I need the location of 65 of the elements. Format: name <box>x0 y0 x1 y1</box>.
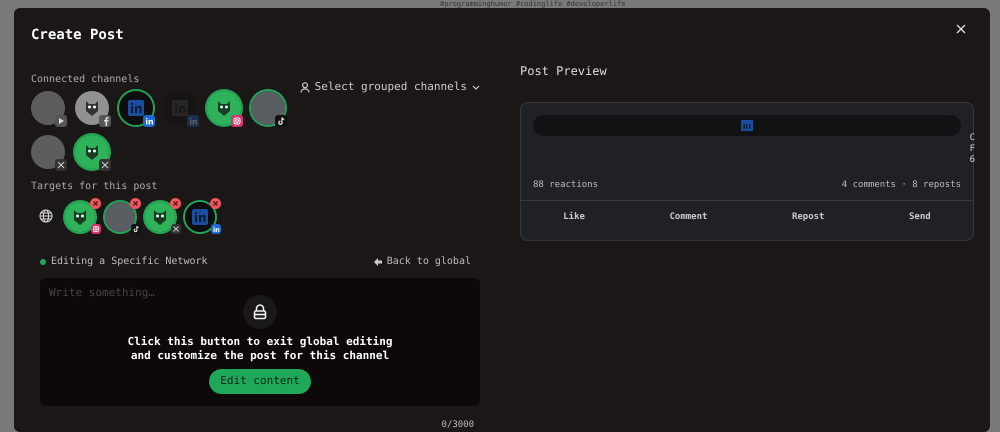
linkedin-badge-icon <box>211 224 221 234</box>
linkedin-badge-icon <box>187 115 199 127</box>
instagram-badge-icon <box>91 224 101 234</box>
lock-message: Click this button to exit global editing and customize the post for this channel <box>126 335 394 363</box>
channel-avatar[interactable] <box>251 91 285 125</box>
group-select-dropdown[interactable]: Select grouped channels <box>300 78 480 96</box>
mascot-avatar <box>65 202 95 232</box>
mascot-avatar <box>75 135 109 169</box>
tiktok-badge-icon <box>131 224 141 234</box>
target-avatar[interactable] <box>185 202 215 232</box>
post-action-button[interactable]: Like <box>563 210 585 224</box>
linkedin-icon <box>741 120 753 131</box>
chevron-down-icon <box>472 84 480 90</box>
tiktok-badge-icon <box>275 115 287 127</box>
post-action-button[interactable]: Send <box>909 210 931 224</box>
youtube-badge-icon <box>55 115 67 127</box>
remove-icon[interactable] <box>90 198 101 209</box>
x-badge-icon <box>171 224 181 234</box>
post-action-button[interactable]: Repost <box>792 210 824 224</box>
editing-mode-label: Editing a Specific Network <box>51 255 208 269</box>
globe-icon[interactable] <box>39 209 53 223</box>
facebook-badge-icon <box>99 115 111 127</box>
target-avatar[interactable] <box>105 202 135 232</box>
linkedin-badge-icon <box>143 115 155 127</box>
cut-off-text: F <box>970 144 975 155</box>
character-counter: 0/3000 <box>441 418 474 432</box>
mascot-avatar <box>145 202 175 232</box>
arrow-left-icon <box>374 258 382 266</box>
mascot-avatar <box>75 91 109 125</box>
channel-avatar[interactable] <box>119 91 153 125</box>
x-badge-icon <box>99 159 111 171</box>
target-avatar[interactable] <box>65 202 95 232</box>
edit-content-button[interactable]: Edit content <box>209 369 311 394</box>
instagram-badge-icon <box>231 115 243 127</box>
back-to-global-link[interactable]: Back to global <box>374 254 471 269</box>
post-stats: 4 comments · 8 reposts <box>842 179 961 192</box>
linkedin-avatar <box>119 91 153 125</box>
linkedin-avatar <box>163 91 197 125</box>
lock-icon <box>243 295 277 329</box>
remove-icon[interactable] <box>170 198 181 209</box>
channel-avatar[interactable] <box>75 135 109 169</box>
remove-icon[interactable] <box>210 198 221 209</box>
mascot-avatar <box>207 91 241 125</box>
x-badge-icon <box>55 159 67 171</box>
modal-title: Create Post <box>31 26 125 45</box>
reaction-count: 88 reactions <box>533 179 598 192</box>
preview-title: Post Preview <box>520 63 608 80</box>
photo-placeholder <box>105 202 135 232</box>
channel-avatar[interactable] <box>75 91 109 125</box>
remove-icon[interactable] <box>130 198 141 209</box>
target-avatar[interactable] <box>145 202 175 232</box>
section-label: Targets for this post <box>31 180 158 194</box>
placeholder-text: Write something… <box>49 285 155 301</box>
photo-placeholder <box>31 91 65 125</box>
linkedin-avatar <box>185 202 215 232</box>
user-icon <box>300 82 310 92</box>
channel-avatar[interactable] <box>207 91 241 125</box>
section-label: Connected channels <box>31 73 140 87</box>
post-action-button[interactable]: Comment <box>669 210 708 224</box>
cut-off-text: C <box>970 133 975 144</box>
post-text-area[interactable]: Write something… Click this button to exit global editing and customize the post for this channel Edit content <box>40 278 480 406</box>
photo-placeholder <box>251 91 285 125</box>
photo-placeholder <box>31 135 65 169</box>
cut-off-text: 6 <box>970 155 975 166</box>
close-icon[interactable] <box>956 24 966 34</box>
